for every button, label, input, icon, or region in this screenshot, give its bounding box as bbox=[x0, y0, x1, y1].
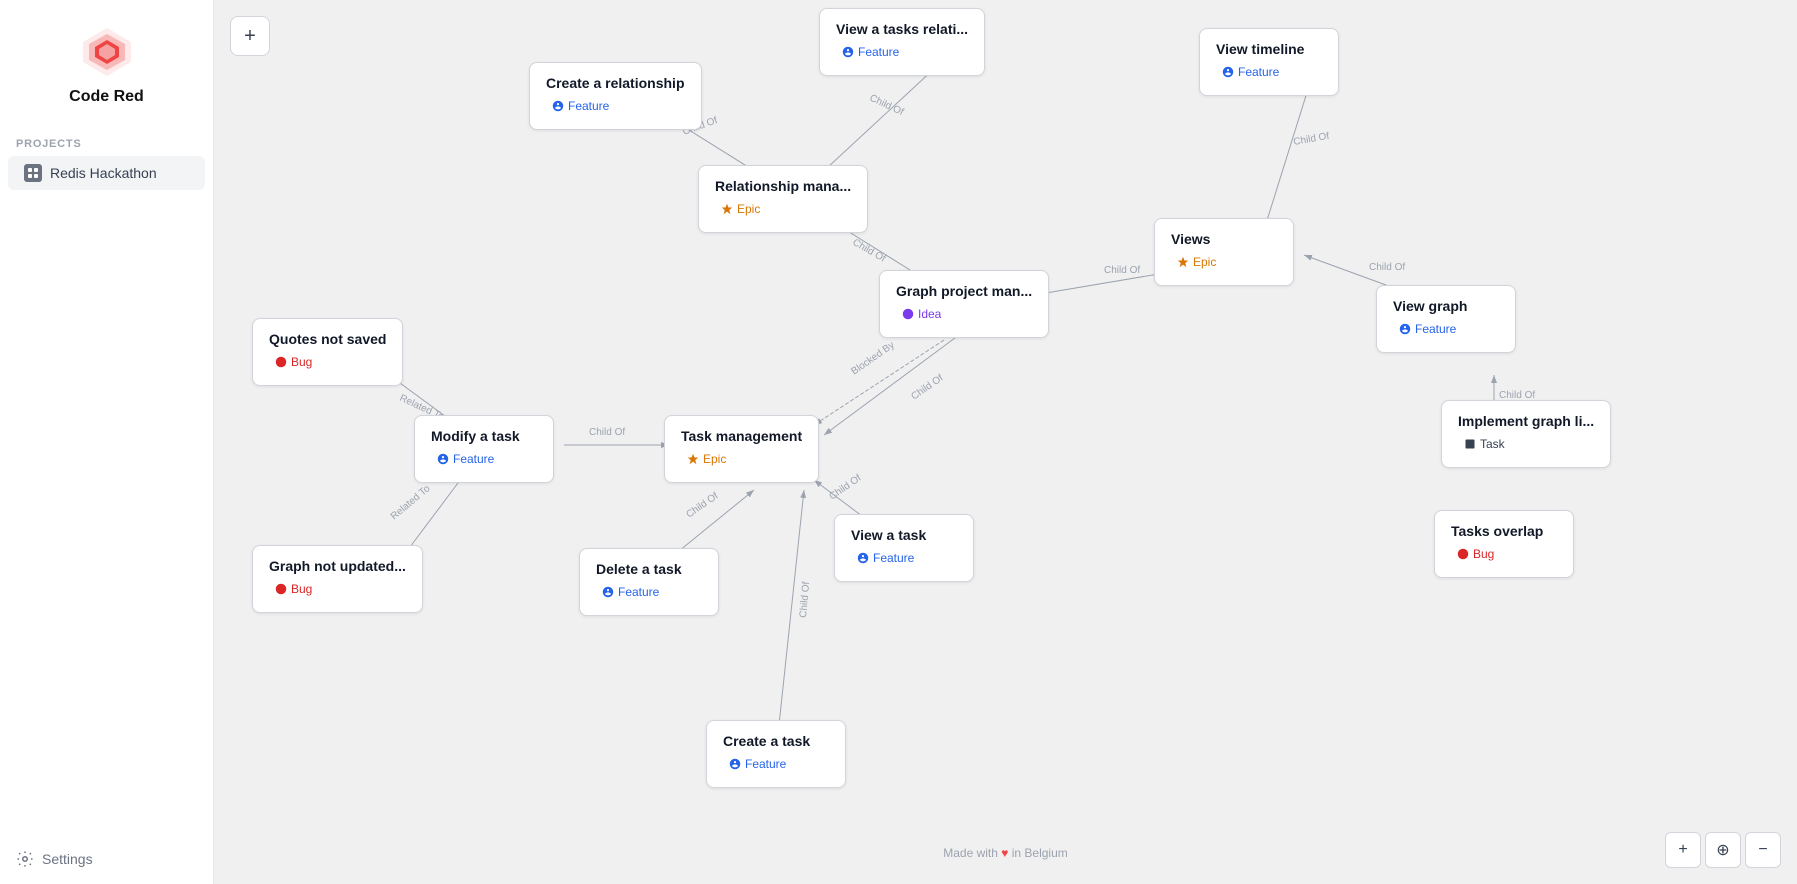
zoom-in-button[interactable]: + bbox=[1665, 832, 1701, 868]
graph-canvas: + Child Of Child Of Child Of Child Of Ch… bbox=[214, 0, 1797, 884]
node-badge: Bug bbox=[1451, 545, 1500, 563]
project-name: Redis Hackathon bbox=[50, 165, 157, 181]
node-view-graph[interactable]: View graph Feature bbox=[1376, 285, 1516, 353]
node-badge: Epic bbox=[715, 200, 766, 218]
node-view-tasks-rel[interactable]: View a tasks relati... Feature bbox=[819, 8, 985, 76]
node-title: View a tasks relati... bbox=[836, 21, 968, 37]
epic-icon bbox=[687, 453, 699, 465]
task-icon bbox=[1464, 438, 1476, 450]
node-badge: Feature bbox=[723, 755, 792, 773]
svg-text:Child Of: Child Of bbox=[868, 93, 906, 118]
node-title: View a task bbox=[851, 527, 957, 543]
node-badge: Bug bbox=[269, 353, 318, 371]
node-title: Relationship mana... bbox=[715, 178, 851, 194]
svg-text:Child Of: Child Of bbox=[1369, 262, 1405, 273]
sidebar: Code Red PROJECTS Redis Hackathon Settin… bbox=[0, 0, 214, 884]
feature-icon bbox=[842, 46, 854, 58]
svg-text:Child Of: Child Of bbox=[827, 473, 863, 503]
node-title: Modify a task bbox=[431, 428, 537, 444]
settings-icon bbox=[16, 850, 34, 868]
svg-text:Child Of: Child Of bbox=[909, 373, 945, 403]
settings-label: Settings bbox=[42, 851, 93, 867]
feature-icon bbox=[437, 453, 449, 465]
svg-text:Child Of: Child Of bbox=[1104, 265, 1140, 276]
svg-text:Child Of: Child Of bbox=[1293, 131, 1331, 148]
node-title: Delete a task bbox=[596, 561, 702, 577]
node-graph-not-updated[interactable]: Graph not updated... Bug bbox=[252, 545, 423, 613]
feature-icon bbox=[552, 100, 564, 112]
node-badge: Feature bbox=[836, 43, 905, 61]
app-logo bbox=[79, 24, 135, 80]
node-title: Graph project man... bbox=[896, 283, 1032, 299]
bug-icon bbox=[1457, 548, 1469, 560]
node-view-timeline[interactable]: View timeline Feature bbox=[1199, 28, 1339, 96]
svg-text:Child Of: Child Of bbox=[798, 581, 812, 618]
sidebar-item-redis-hackathon[interactable]: Redis Hackathon bbox=[8, 156, 205, 190]
svg-text:Child Of: Child Of bbox=[684, 491, 720, 521]
footer: Made with ♥ in Belgium bbox=[943, 846, 1068, 860]
node-create-relationship[interactable]: Create a relationship Feature bbox=[529, 62, 702, 130]
node-modify-task[interactable]: Modify a task Feature bbox=[414, 415, 554, 483]
node-tasks-overlap[interactable]: Tasks overlap Bug bbox=[1434, 510, 1574, 578]
svg-text:Blocked By: Blocked By bbox=[849, 340, 896, 378]
footer-heart: ♥ bbox=[1001, 846, 1008, 860]
settings-item[interactable]: Settings bbox=[0, 834, 213, 884]
feature-icon bbox=[1222, 66, 1234, 78]
node-badge: Epic bbox=[681, 450, 732, 468]
node-implement-graph[interactable]: Implement graph li... Task bbox=[1441, 400, 1611, 468]
zoom-controls: + ⊕ − bbox=[1665, 832, 1781, 868]
project-icon bbox=[24, 164, 42, 182]
feature-icon bbox=[729, 758, 741, 770]
projects-label: PROJECTS bbox=[0, 122, 213, 156]
node-views[interactable]: Views Epic bbox=[1154, 218, 1294, 286]
node-badge: Bug bbox=[269, 580, 318, 598]
node-title: Create a relationship bbox=[546, 75, 685, 91]
feature-icon bbox=[857, 552, 869, 564]
add-button[interactable]: + bbox=[230, 16, 270, 56]
node-badge: Epic bbox=[1171, 253, 1222, 271]
node-title: View graph bbox=[1393, 298, 1499, 314]
node-badge: Task bbox=[1458, 435, 1511, 453]
node-task-management[interactable]: Task management Epic bbox=[664, 415, 819, 483]
node-title: Quotes not saved bbox=[269, 331, 386, 347]
app-name: Code Red bbox=[69, 88, 144, 106]
node-title: Tasks overlap bbox=[1451, 523, 1557, 539]
epic-icon bbox=[721, 203, 733, 215]
svg-text:Related To: Related To bbox=[389, 483, 433, 522]
feature-icon bbox=[1399, 323, 1411, 335]
node-badge: Feature bbox=[431, 450, 500, 468]
node-badge: Feature bbox=[1216, 63, 1285, 81]
zoom-out-button[interactable]: − bbox=[1745, 832, 1781, 868]
node-title: View timeline bbox=[1216, 41, 1322, 57]
node-badge: Feature bbox=[596, 583, 665, 601]
node-title: Views bbox=[1171, 231, 1277, 247]
node-view-task[interactable]: View a task Feature bbox=[834, 514, 974, 582]
node-title: Task management bbox=[681, 428, 802, 444]
node-relationship-mgmt[interactable]: Relationship mana... Epic bbox=[698, 165, 868, 233]
bug-icon bbox=[275, 583, 287, 595]
globe-button[interactable]: ⊕ bbox=[1705, 832, 1741, 868]
node-title: Create a task bbox=[723, 733, 829, 749]
node-badge: Feature bbox=[546, 97, 615, 115]
idea-icon bbox=[902, 308, 914, 320]
node-quotes-not-saved[interactable]: Quotes not saved Bug bbox=[252, 318, 403, 386]
node-create-task[interactable]: Create a task Feature bbox=[706, 720, 846, 788]
node-title: Implement graph li... bbox=[1458, 413, 1594, 429]
node-graph-project-mgmt[interactable]: Graph project man... Idea bbox=[879, 270, 1049, 338]
svg-text:Child Of: Child Of bbox=[589, 427, 625, 438]
bug-icon bbox=[275, 356, 287, 368]
feature-icon bbox=[602, 586, 614, 598]
svg-text:Child Of: Child Of bbox=[851, 237, 888, 265]
node-badge: Feature bbox=[1393, 320, 1462, 338]
node-badge: Idea bbox=[896, 305, 947, 323]
epic-icon bbox=[1177, 256, 1189, 268]
logo-area: Code Red bbox=[0, 0, 213, 122]
node-title: Graph not updated... bbox=[269, 558, 406, 574]
node-badge: Feature bbox=[851, 549, 920, 567]
node-delete-task[interactable]: Delete a task Feature bbox=[579, 548, 719, 616]
